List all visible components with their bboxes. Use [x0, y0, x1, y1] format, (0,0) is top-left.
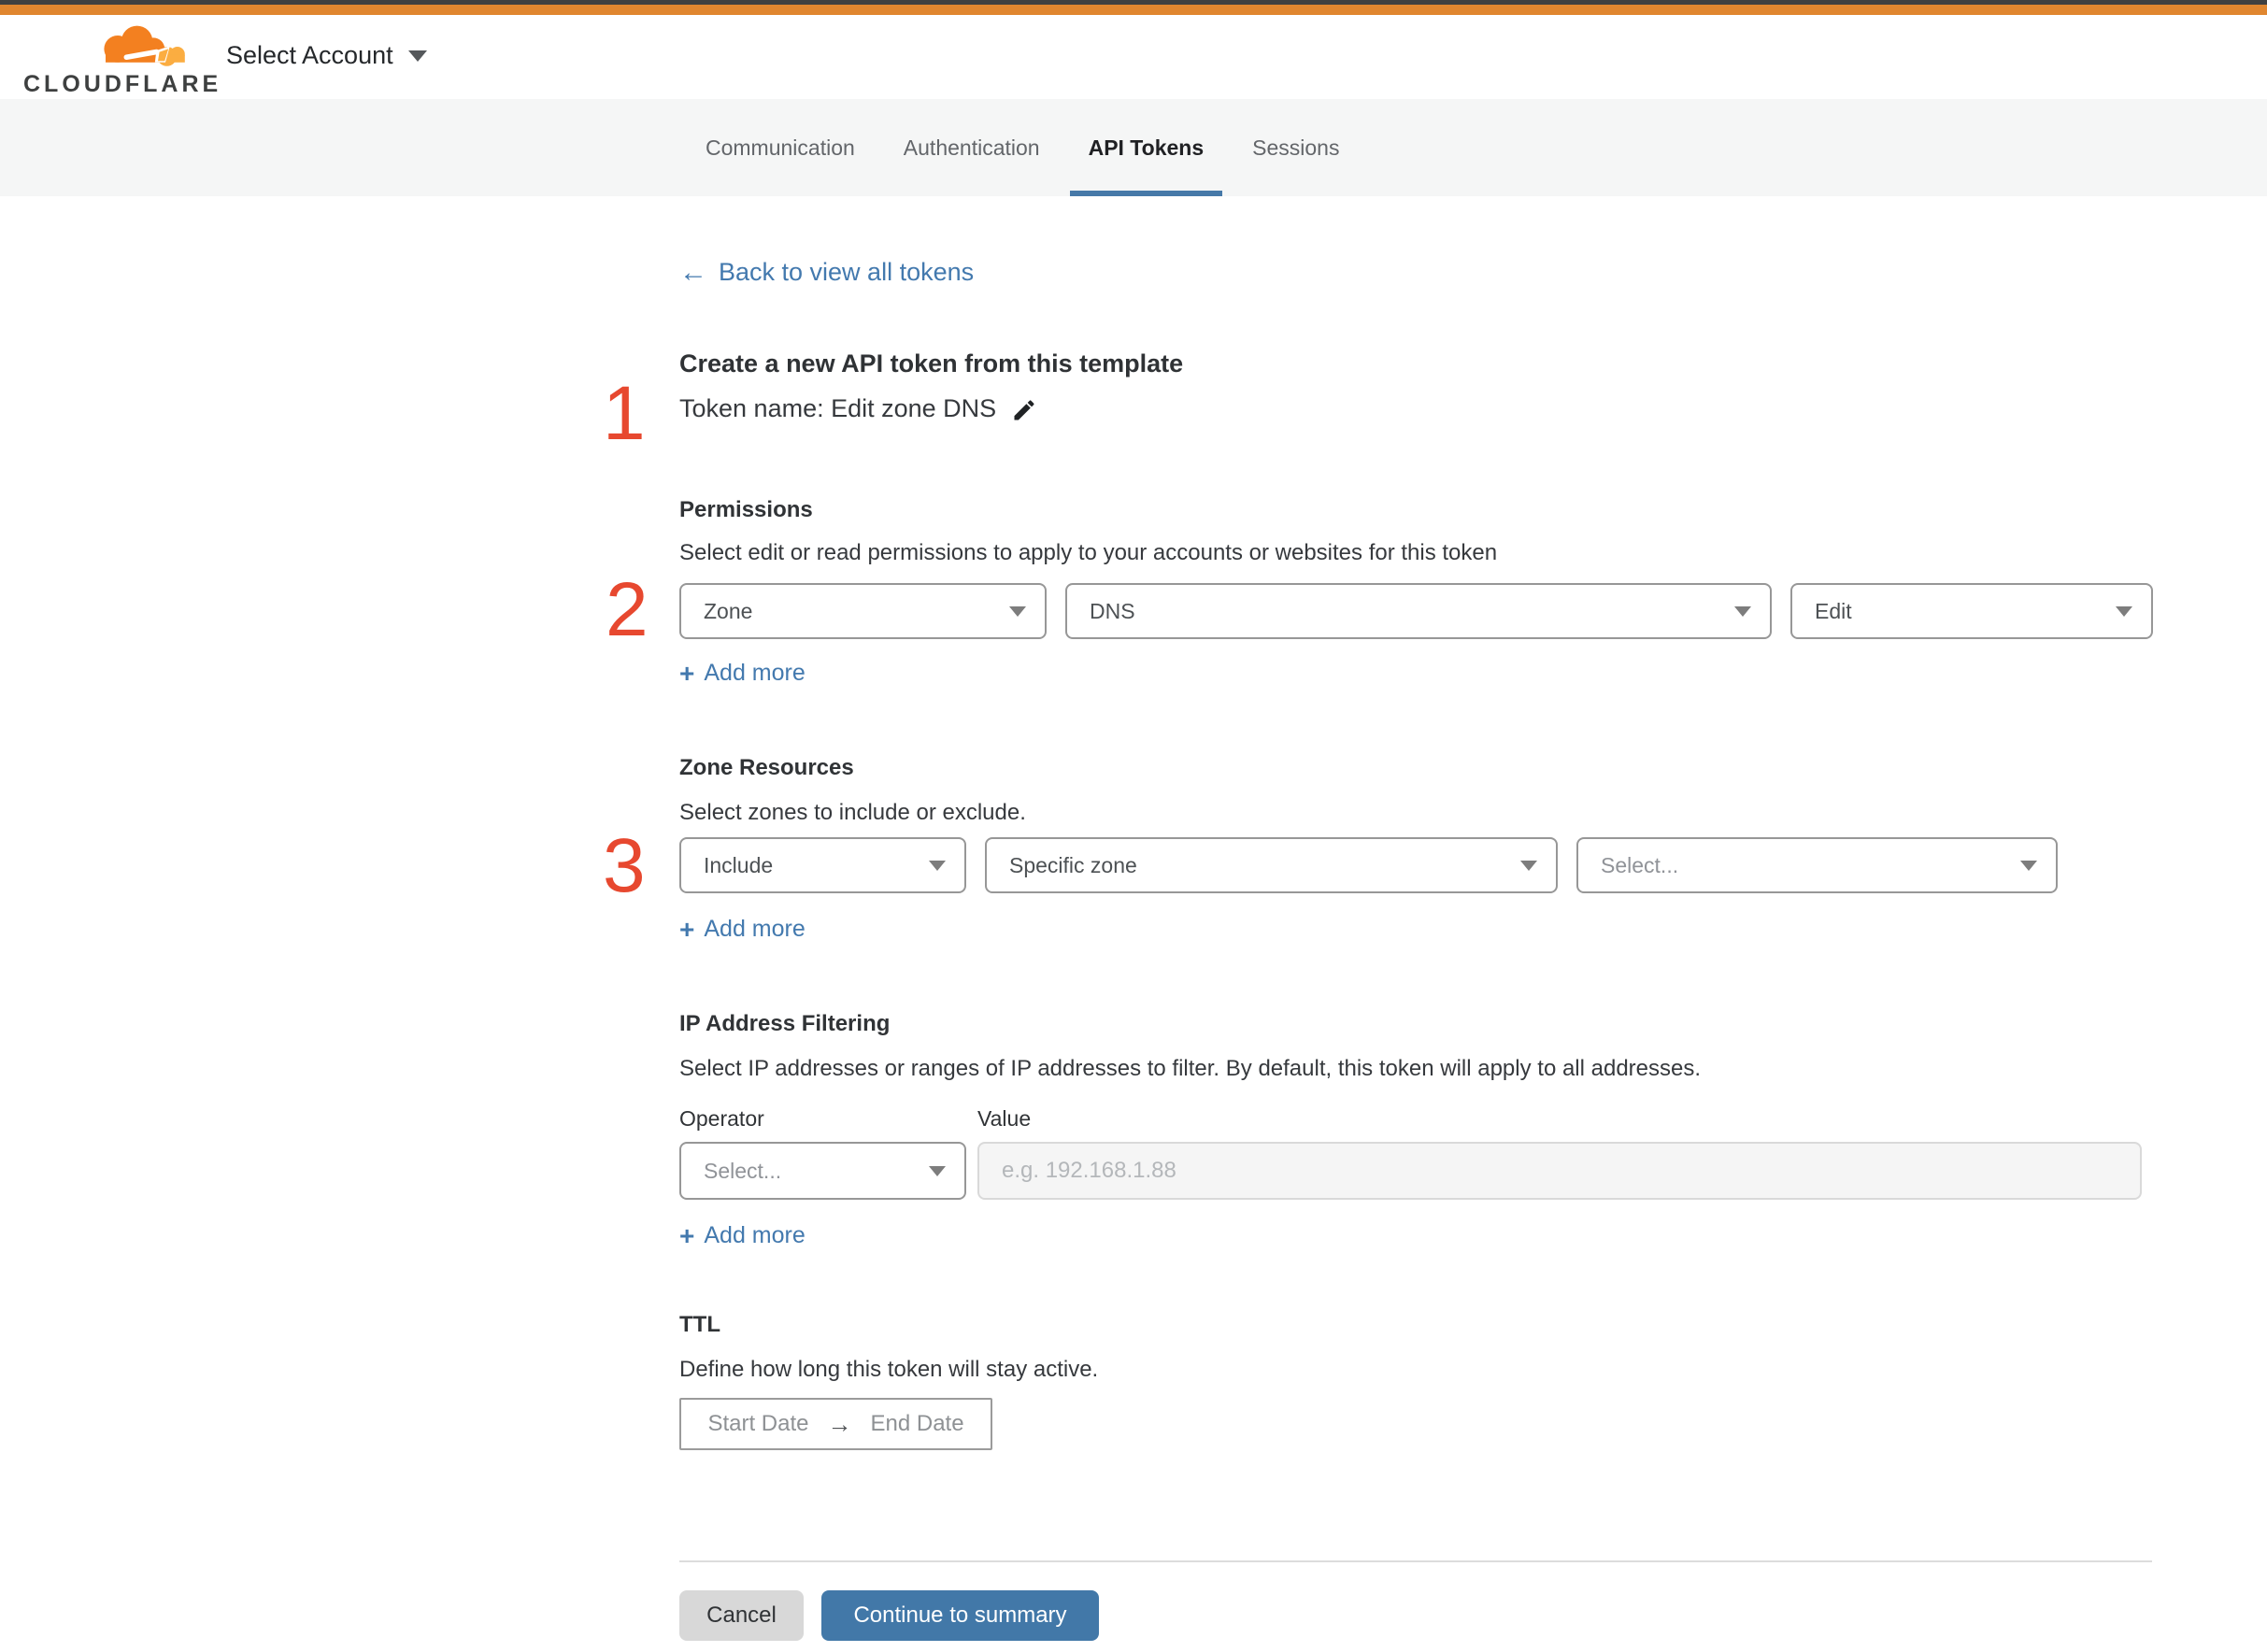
permission-group-value: DNS — [1090, 598, 1135, 623]
back-to-tokens-link[interactable]: ← Back to view all tokens — [679, 258, 974, 287]
zone-type-value: Specific zone — [1009, 852, 1137, 877]
zone-include-select[interactable]: Include — [679, 837, 966, 893]
operator-select-value: Select... — [704, 1158, 782, 1183]
plus-icon: + — [679, 914, 695, 944]
operator-label: Operator — [679, 1106, 764, 1131]
account-selector-label: Select Account — [226, 41, 393, 69]
ttl-date-range-picker[interactable]: Start Date → End Date — [679, 1398, 992, 1450]
caret-down-icon — [2020, 861, 2037, 871]
permissions-row: Zone DNS Edit — [679, 583, 2153, 639]
tab-sessions[interactable]: Sessions — [1233, 99, 1358, 196]
ttl-description: Define how long this token will stay act… — [679, 1357, 1099, 1382]
annotation-1: 1 — [603, 371, 646, 456]
value-label: Value — [977, 1106, 1032, 1131]
plus-icon: + — [679, 1220, 695, 1250]
cloudflare-wordmark: CLOUDFLARE — [23, 71, 222, 97]
zone-type-select[interactable]: Specific zone — [985, 837, 1558, 893]
token-name-text: Token name: Edit zone DNS — [679, 394, 997, 422]
edit-pencil-icon[interactable] — [1011, 397, 1037, 423]
permissions-description: Select edit or read permissions to apply… — [679, 540, 1498, 565]
header: CLOUDFLARE Select Account — [0, 15, 2267, 99]
zone-resources-add-more-link[interactable]: + Add more — [679, 916, 806, 943]
tab-communication[interactable]: Communication — [687, 99, 874, 196]
tab-api-tokens[interactable]: API Tokens — [1069, 99, 1223, 196]
permission-level-value: Edit — [1815, 598, 1852, 623]
caret-down-icon — [929, 861, 946, 871]
zone-resources-title: Zone Resources — [679, 755, 854, 780]
caret-down-icon — [1520, 861, 1537, 871]
ttl-title: TTL — [679, 1312, 720, 1337]
ip-filtering-title: IP Address Filtering — [679, 1011, 891, 1036]
annotation-2: 2 — [606, 567, 649, 652]
permissions-add-more-label: Add more — [704, 660, 806, 686]
end-date-label: End Date — [870, 1411, 964, 1436]
continue-to-summary-button[interactable]: Continue to summary — [821, 1590, 1099, 1641]
permission-level-select[interactable]: Edit — [1790, 583, 2153, 639]
caret-down-icon — [1734, 606, 1751, 617]
permissions-add-more-link[interactable]: + Add more — [679, 660, 806, 687]
cancel-button[interactable]: Cancel — [679, 1590, 804, 1641]
permission-group-select[interactable]: DNS — [1065, 583, 1772, 639]
ip-filtering-add-more-label: Add more — [704, 1222, 806, 1248]
operator-select[interactable]: Select... — [679, 1142, 966, 1200]
page-title: Create a new API token from this templat… — [679, 349, 1184, 377]
account-selector[interactable]: Select Account — [226, 41, 427, 70]
start-date-label: Start Date — [707, 1411, 809, 1436]
chevron-down-icon — [407, 50, 427, 62]
caret-down-icon — [2116, 606, 2132, 617]
ip-filtering-add-more-link[interactable]: + Add more — [679, 1222, 806, 1249]
page: CLOUDFLARE Select Account Communication … — [0, 0, 2267, 1652]
top-orange-strip — [0, 5, 2267, 15]
footer-divider — [679, 1560, 2152, 1562]
back-link-label: Back to view all tokens — [719, 258, 975, 286]
zone-resources-row: Include Specific zone Select... — [679, 837, 2058, 893]
permission-scope-value: Zone — [704, 598, 753, 623]
caret-down-icon — [1009, 606, 1026, 617]
back-arrow-icon: ← — [679, 256, 707, 288]
zone-picker-select[interactable]: Select... — [1576, 837, 2058, 893]
cloudflare-logo[interactable]: CLOUDFLARE — [23, 21, 218, 99]
tab-authentication[interactable]: Authentication — [885, 99, 1059, 196]
zone-include-value: Include — [704, 852, 774, 877]
tab-bar: Communication Authentication API Tokens … — [0, 99, 2267, 196]
ip-filtering-row: Select... — [679, 1142, 966, 1200]
token-name-row: Token name: Edit zone DNS — [679, 394, 1037, 423]
zone-resources-add-more-label: Add more — [704, 916, 806, 942]
ip-filtering-description: Select IP addresses or ranges of IP addr… — [679, 1056, 1702, 1081]
plus-icon: + — [679, 658, 695, 688]
range-arrow-icon: → — [827, 1409, 852, 1438]
ip-value-input[interactable] — [977, 1142, 2142, 1200]
annotation-3: 3 — [603, 823, 646, 908]
caret-down-icon — [929, 1166, 946, 1176]
zone-picker-value: Select... — [1601, 852, 1679, 877]
permission-scope-select[interactable]: Zone — [679, 583, 1047, 639]
zone-resources-description: Select zones to include or exclude. — [679, 800, 1026, 825]
permissions-title: Permissions — [679, 497, 813, 522]
